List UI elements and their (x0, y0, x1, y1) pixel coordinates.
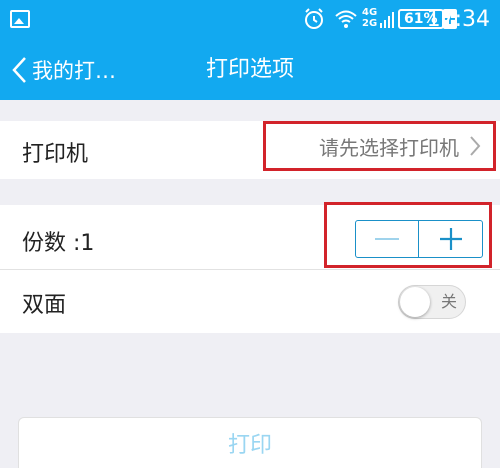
signal-bars-icon (380, 12, 394, 28)
print-button-label: 打印 (227, 433, 272, 458)
minus-icon (375, 238, 399, 240)
copies-label: 份数 :1 (22, 231, 95, 256)
status-bar: 4G 2G 61% + 17:34 (0, 0, 500, 40)
chevron-left-icon (12, 57, 26, 83)
alarm-clock-icon (305, 8, 323, 29)
back-button[interactable]: 我的打… (10, 40, 116, 100)
toggle-state-label: 关 (440, 292, 457, 311)
increment-button[interactable] (419, 221, 482, 257)
network-4g-label: 4G (362, 7, 378, 18)
printer-label: 打印机 (22, 142, 89, 167)
print-button[interactable]: 打印 (18, 417, 482, 468)
image-notification-icon (10, 10, 30, 28)
duplex-label: 双面 (22, 293, 67, 318)
printer-select-button[interactable]: 请先选择打印机 (263, 121, 496, 171)
clock-time: 17:34 (426, 7, 490, 32)
network-type-indicator: 4G 2G (362, 7, 377, 29)
copies-stepper (355, 220, 483, 258)
wifi-icon (335, 10, 357, 28)
back-button-label: 我的打… (32, 59, 116, 83)
toggle-knob (400, 287, 430, 317)
network-2g-label: 2G (362, 18, 378, 29)
printer-select-value: 请先选择打印机 (319, 135, 459, 160)
app-bar: 打印选项 我的打… (0, 40, 500, 100)
chevron-right-icon (470, 136, 481, 156)
decrement-button[interactable] (356, 221, 419, 257)
plus-icon (439, 228, 462, 250)
duplex-toggle[interactable]: 关 (398, 285, 466, 319)
